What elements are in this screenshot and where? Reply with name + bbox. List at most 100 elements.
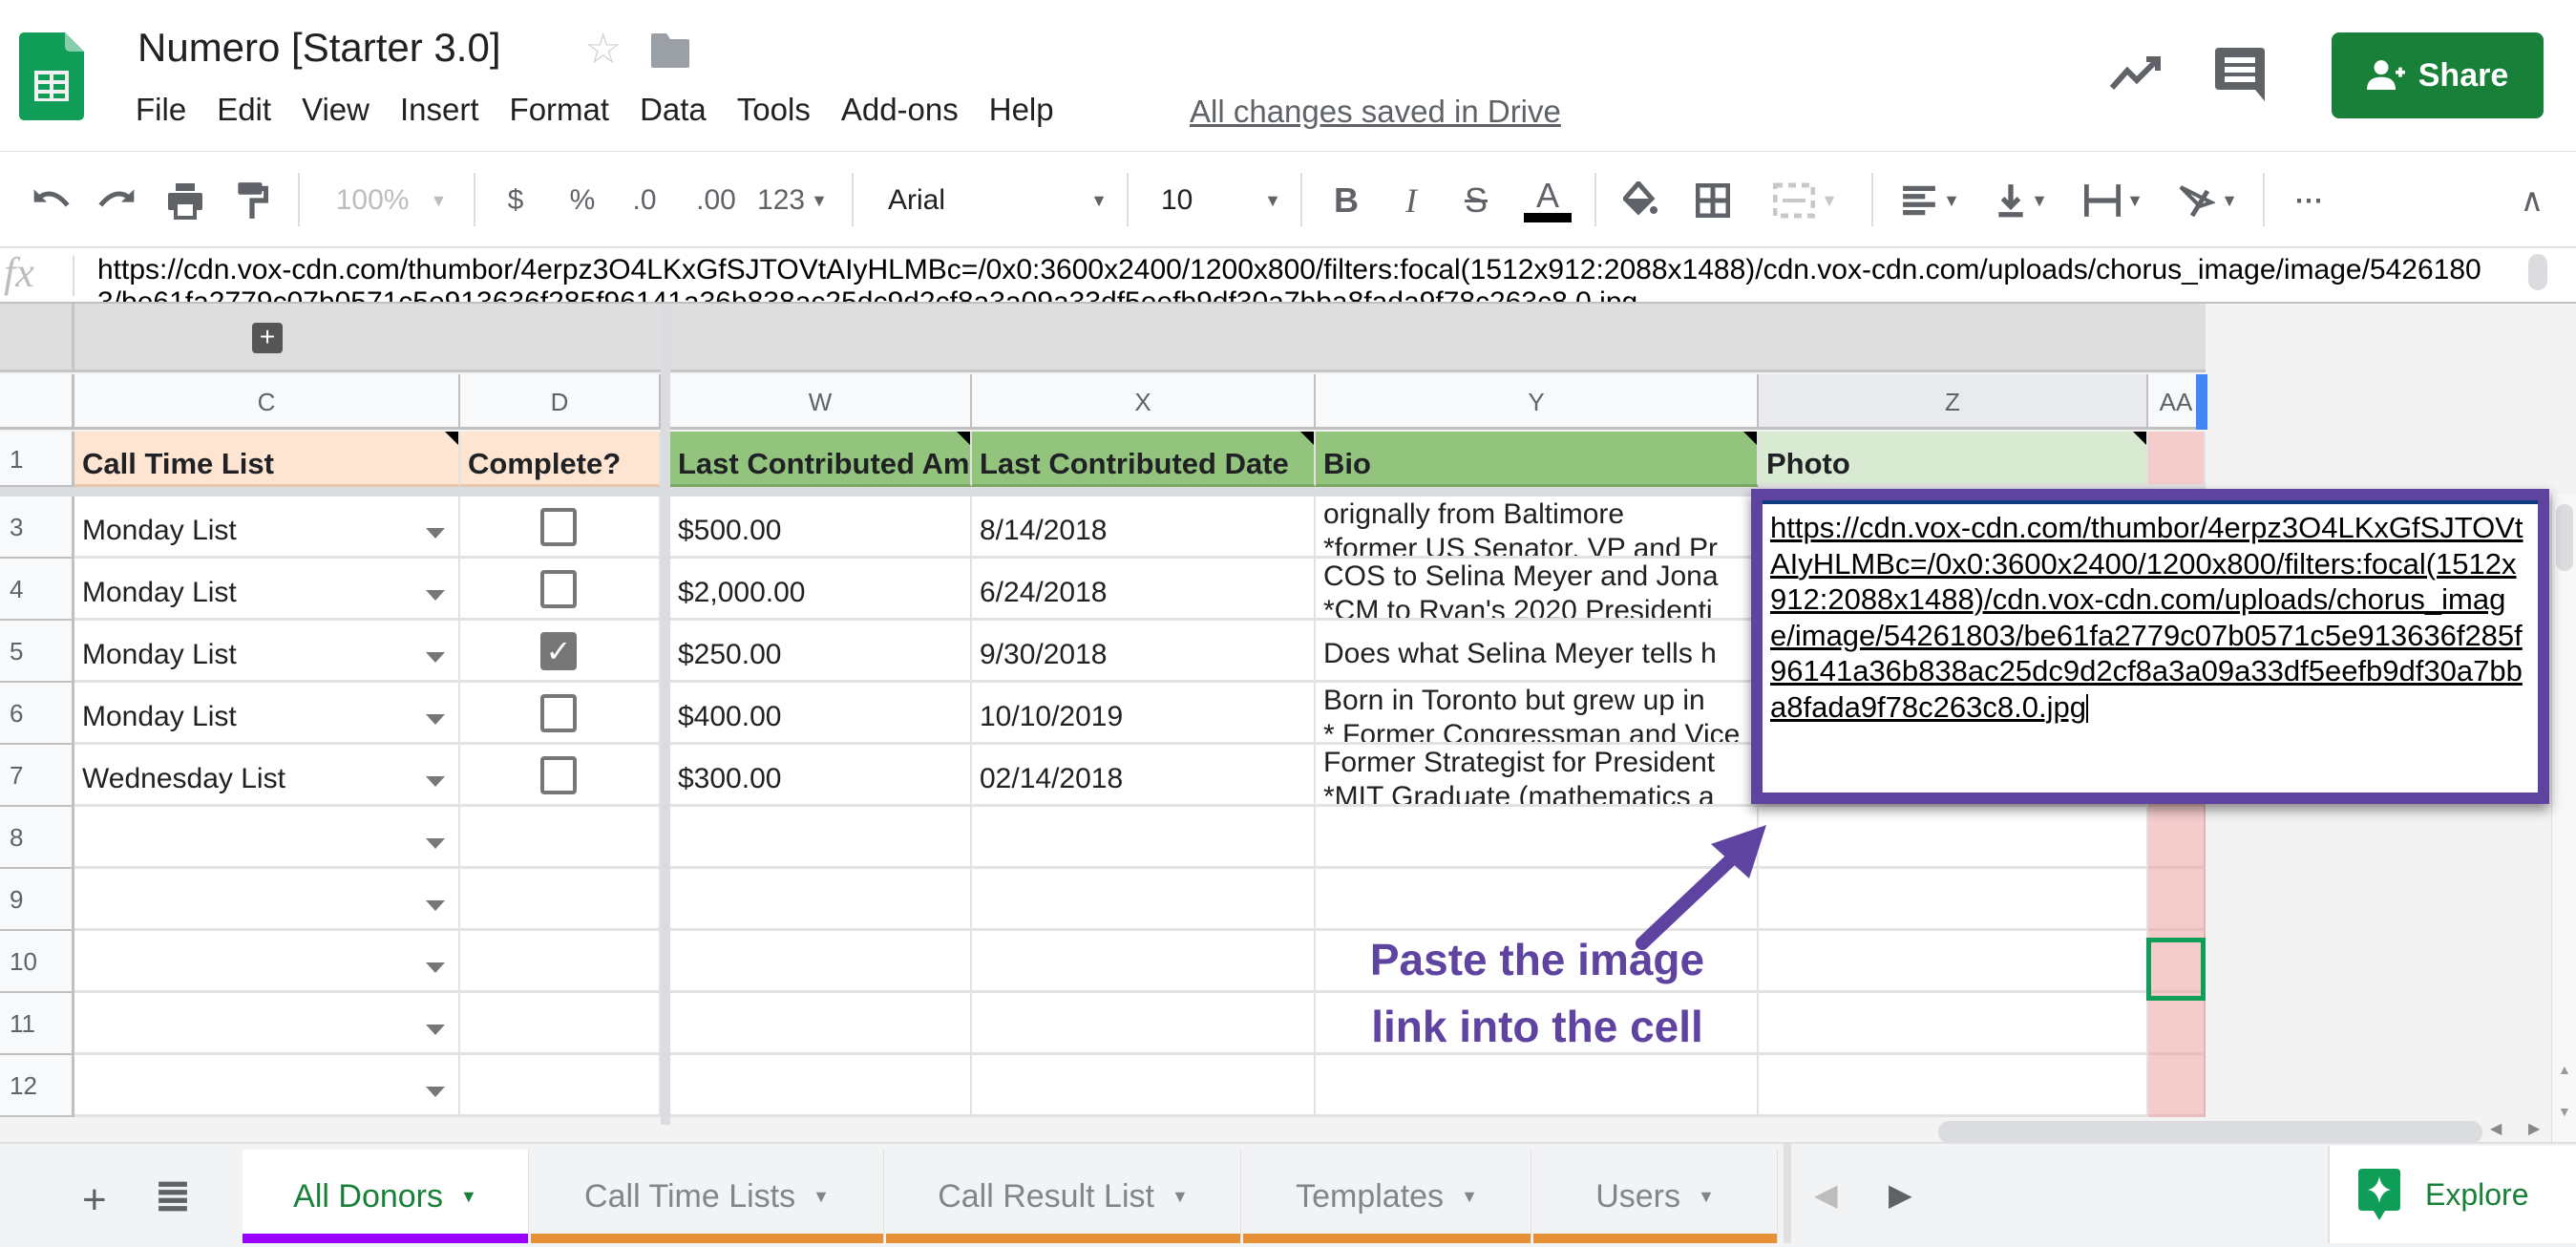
header-cell-complete[interactable]: Complete? — [460, 432, 661, 487]
column-header-x[interactable]: X — [972, 374, 1316, 430]
row-header-1[interactable]: 1 — [0, 432, 74, 487]
activity-dashboard-icon[interactable] — [2110, 53, 2164, 92]
formula-input[interactable]: https://cdn.vox-cdn.com/thumbor/4erpz3O4… — [97, 254, 2503, 302]
bio-cell[interactable]: Former Strategist for President *MIT Grad… — [1316, 745, 1759, 807]
sheet-tab-menu-icon[interactable]: ▼ — [1698, 1187, 1715, 1207]
vertical-scrollbar[interactable]: ▲ ▼ — [2551, 495, 2576, 1142]
amount-cell[interactable] — [670, 1055, 972, 1117]
hscroll-left-arrow[interactable]: ◀ — [2490, 1119, 2502, 1138]
zoom-select[interactable]: 100% ▼ — [325, 177, 458, 224]
active-cell-selection[interactable] — [2146, 938, 2206, 1001]
add-sheet-button[interactable]: + — [82, 1176, 107, 1224]
sheet-tab-call-result-list[interactable]: Call Result List ▼ — [886, 1150, 1241, 1243]
amount-cell[interactable] — [670, 807, 972, 869]
amount-cell[interactable]: $2,000.00 — [670, 559, 972, 621]
dropdown-arrow-icon[interactable] — [426, 1024, 445, 1035]
call-time-list-cell[interactable] — [74, 993, 460, 1055]
date-cell[interactable]: 8/14/2018 — [972, 497, 1316, 559]
aa-cell[interactable] — [2148, 807, 2206, 869]
complete-cell[interactable] — [460, 931, 661, 993]
photo-cell[interactable] — [1759, 807, 2148, 869]
sheet-tab-users[interactable]: Users ▼ — [1533, 1150, 1778, 1243]
percent-format-button[interactable]: % — [563, 177, 602, 224]
checkbox-unchecked[interactable] — [540, 508, 577, 546]
complete-cell[interactable] — [460, 745, 661, 807]
sheet-tab-templates[interactable]: Templates ▼ — [1243, 1150, 1531, 1243]
cell-editor-text[interactable]: https://cdn.vox-cdn.com/thumbor/4erpz3O4… — [1763, 500, 2538, 793]
row-header[interactable]: 5 — [0, 621, 74, 683]
sheet-tab-menu-icon[interactable]: ▼ — [1461, 1187, 1478, 1207]
row-header[interactable]: 10 — [0, 931, 74, 993]
dropdown-arrow-icon[interactable] — [426, 713, 445, 725]
header-cell-call-time-list[interactable]: Call Time List — [74, 432, 460, 487]
amount-cell[interactable]: $500.00 — [670, 497, 972, 559]
font-size-select[interactable]: 10 ▼ — [1161, 177, 1281, 224]
checkbox-unchecked[interactable] — [540, 570, 577, 608]
folder-icon[interactable] — [651, 32, 689, 69]
bio-cell[interactable]: Does what Selina Meyer tells h — [1316, 621, 1759, 683]
bio-cell[interactable]: orignally from Baltimore *former US Senat… — [1316, 497, 1759, 559]
scroll-down-arrow[interactable]: ▼ — [2558, 1104, 2571, 1119]
header-cell-last-contributed-amount[interactable]: Last Contributed Amount — [670, 432, 972, 487]
complete-cell[interactable] — [460, 807, 661, 869]
paint-format-icon[interactable] — [233, 177, 271, 224]
formula-bar-scrollbar[interactable] — [2528, 254, 2547, 290]
menu-format[interactable]: Format — [508, 92, 625, 128]
call-time-list-cell[interactable] — [74, 807, 460, 869]
horizontal-align-icon[interactable]: ▼ — [1894, 177, 1967, 224]
photo-cell[interactable] — [1759, 869, 2148, 931]
italic-button[interactable]: I — [1392, 177, 1430, 224]
redo-icon[interactable] — [94, 177, 139, 224]
menu-edit[interactable]: Edit — [215, 92, 286, 128]
call-time-list-cell[interactable] — [74, 1055, 460, 1117]
amount-cell[interactable] — [670, 993, 972, 1055]
column-resize-handle[interactable] — [2196, 374, 2207, 430]
text-rotation-icon[interactable]: ▼ — [2169, 177, 2246, 224]
row-header[interactable]: 12 — [0, 1055, 74, 1117]
collapse-menus-button[interactable]: ∧ — [2511, 177, 2553, 224]
photo-cell[interactable] — [1759, 931, 2148, 993]
call-time-list-cell[interactable] — [74, 869, 460, 931]
call-time-list-cell[interactable] — [74, 931, 460, 993]
column-header-w[interactable]: W — [670, 374, 972, 430]
call-time-list-cell[interactable]: Monday List — [74, 621, 460, 683]
tabs-scroll-right-icon[interactable]: ▶ — [1889, 1176, 1912, 1213]
menu-view[interactable]: View — [300, 92, 385, 128]
photo-cell[interactable] — [1759, 993, 2148, 1055]
aa-cell[interactable] — [2148, 1055, 2206, 1117]
tabs-scroll-left-icon[interactable]: ◀ — [1814, 1176, 1838, 1213]
header-cell-last-contributed-date[interactable]: Last Contributed Date — [972, 432, 1316, 487]
borders-icon[interactable] — [1692, 177, 1734, 224]
aa-cell[interactable] — [2148, 993, 2206, 1055]
sheet-tab-call-time-lists[interactable]: Call Time Lists ▼ — [531, 1150, 884, 1243]
horizontal-scrollbar[interactable] — [1938, 1121, 2482, 1144]
dropdown-arrow-icon[interactable] — [426, 589, 445, 601]
print-icon[interactable] — [162, 177, 208, 224]
complete-cell[interactable] — [460, 1055, 661, 1117]
vertical-scrollbar-thumb[interactable] — [2556, 504, 2573, 571]
row-header[interactable]: 8 — [0, 807, 74, 869]
font-family-select[interactable]: Arial ▼ — [888, 177, 1108, 224]
complete-cell[interactable] — [460, 683, 661, 745]
share-button[interactable]: Share — [2332, 32, 2544, 118]
date-cell[interactable] — [972, 931, 1316, 993]
text-wrapping-icon[interactable]: ▼ — [2078, 177, 2150, 224]
hscroll-right-arrow[interactable]: ▶ — [2528, 1119, 2540, 1138]
date-cell[interactable]: 6/24/2018 — [972, 559, 1316, 621]
checkbox-unchecked[interactable] — [540, 694, 577, 732]
date-cell[interactable] — [972, 1055, 1316, 1117]
dropdown-arrow-icon[interactable] — [426, 527, 445, 539]
date-cell[interactable] — [972, 993, 1316, 1055]
dropdown-arrow-icon[interactable] — [426, 899, 445, 911]
dropdown-arrow-icon[interactable] — [426, 651, 445, 663]
currency-format-button[interactable]: $ — [496, 177, 535, 224]
strikethrough-button[interactable]: S — [1457, 177, 1495, 224]
date-cell[interactable] — [972, 869, 1316, 931]
select-all-corner[interactable] — [0, 374, 74, 430]
amount-cell[interactable]: $400.00 — [670, 683, 972, 745]
increase-decimal-button[interactable]: .00 — [689, 177, 743, 224]
column-header-z[interactable]: Z — [1759, 374, 2148, 430]
menu-data[interactable]: Data — [638, 92, 722, 128]
decrease-decimal-button[interactable]: .0 — [623, 177, 666, 224]
frozen-column-divider[interactable] — [661, 304, 670, 1125]
